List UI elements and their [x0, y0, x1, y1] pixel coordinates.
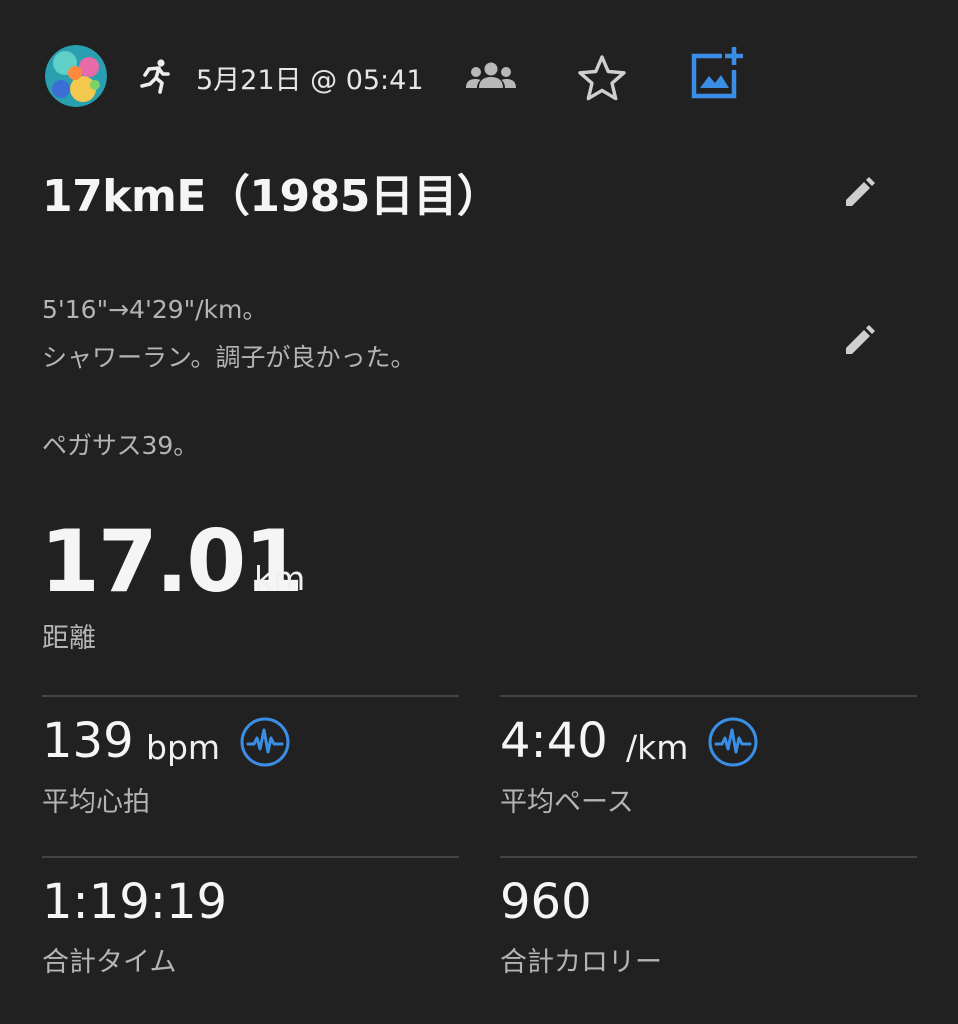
description-line: ペガサス39。 — [42, 431, 199, 460]
divider — [42, 856, 459, 858]
add-photo-icon[interactable] — [688, 44, 746, 102]
divider — [42, 695, 459, 697]
activity-date: 5月21日 @ 05:41 — [196, 65, 424, 96]
activity-title: 17kmE（1985日目） — [42, 171, 501, 222]
distance-unit: km — [254, 559, 306, 598]
avatar[interactable] — [45, 45, 107, 107]
avg-pace-unit: /km — [626, 728, 689, 767]
total-time-value: 1:19:19 — [42, 874, 228, 930]
total-calories-value: 960 — [500, 874, 592, 930]
pace-chart-icon[interactable] — [707, 716, 759, 768]
distance-label: 距離 — [42, 623, 96, 654]
heart-rate-chart-icon[interactable] — [239, 716, 291, 768]
group-icon[interactable] — [464, 60, 518, 94]
running-icon — [134, 56, 174, 96]
edit-description-pencil-icon[interactable] — [838, 318, 882, 362]
star-icon[interactable] — [576, 53, 628, 103]
description-line: 5'16"→4'29"/km。 — [42, 295, 268, 324]
avg-heart-rate-unit: bpm — [146, 728, 221, 767]
activity-description: 5'16"→4'29"/km。 シャワーラン。調子が良かった。 ペガサス39。 — [42, 286, 416, 470]
edit-title-pencil-icon[interactable] — [838, 170, 882, 214]
divider — [500, 695, 917, 697]
avg-pace-label: 平均ペース — [500, 787, 634, 818]
avg-pace-value: 4:40 — [500, 713, 608, 769]
avg-heart-rate-value: 139 — [42, 713, 134, 769]
total-time-label: 合計タイム — [42, 947, 177, 978]
activity-detail-page: 5月21日 @ 05:41 17kmE（1985日目） 5'16"→4'29"/… — [0, 0, 958, 1024]
avg-heart-rate-label: 平均心拍 — [42, 787, 150, 818]
divider — [500, 856, 917, 858]
description-line: シャワーラン。調子が良かった。 — [42, 343, 416, 372]
total-calories-label: 合計カロリー — [500, 947, 662, 978]
